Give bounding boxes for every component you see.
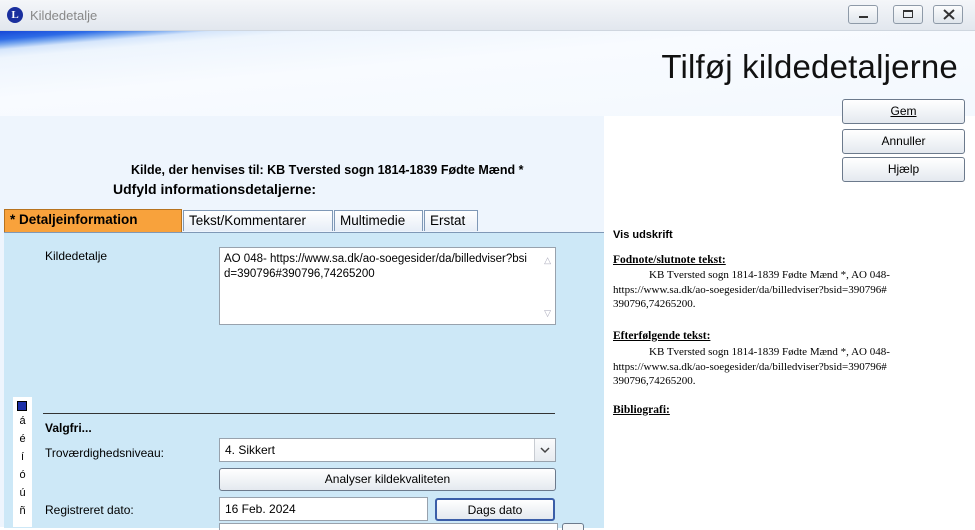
registered-date-value: 16 Feb. 2024 (225, 502, 296, 516)
tab-multimedia[interactable]: Multimedie (334, 210, 423, 231)
title-bar: L Kildedetalje (0, 0, 975, 31)
tab-label: Erstat (430, 213, 466, 228)
registered-date-label: Registreret dato: (45, 503, 134, 517)
reliability-value: 4. Sikkert (225, 443, 276, 457)
section-divider (43, 413, 555, 414)
today-date-label: Dags dato (467, 503, 523, 517)
page-title: Tilføj kildedetaljerne (661, 48, 958, 85)
char-button[interactable]: é (13, 433, 32, 446)
preview-heading: Vis udskrift (613, 229, 673, 241)
close-icon (943, 9, 955, 20)
subsequent-heading: Efterfølgende tekst: (613, 330, 711, 342)
window-title: Kildedetalje (30, 8, 98, 23)
scroll-down-icon[interactable]: ▽ (544, 306, 551, 321)
tab-replace[interactable]: Erstat (424, 210, 478, 231)
close-button[interactable] (933, 5, 963, 24)
analyze-quality-label: Analyser kildekvaliteten (324, 472, 451, 486)
char-button[interactable]: ó (13, 469, 32, 482)
subsequent-text-block: KB Tversted sogn 1814-1839 Fødte Mænd *,… (613, 345, 943, 389)
today-date-button[interactable]: Dags dato (435, 498, 555, 521)
char-button[interactable]: á (13, 415, 32, 428)
minimize-button[interactable] (848, 5, 878, 24)
char-button[interactable]: í (13, 451, 32, 464)
chevron-down-icon[interactable] (534, 439, 555, 461)
tab-label: * Detaljeinformation (10, 212, 138, 227)
bibliography-heading: Bibliografi: (613, 404, 670, 416)
app-logo-icon: L (7, 7, 23, 23)
reliability-select[interactable]: 4. Sikkert (219, 438, 556, 462)
maximize-button[interactable] (893, 5, 923, 24)
maximize-icon (903, 10, 913, 18)
save-button-label: Gem (890, 104, 917, 118)
cancel-button-label: Annuller (881, 134, 926, 148)
tab-label: Tekst/Kommentarer (189, 213, 307, 228)
header-banner: Tilføj kildedetaljerne (0, 31, 975, 116)
form-subtitle: Udfyld informationsdetaljerne: (113, 181, 317, 197)
cancel-button[interactable]: Annuller (842, 129, 965, 154)
footnote-text-block: KB Tversted sogn 1814-1839 Fødte Mænd *,… (613, 268, 943, 312)
save-button[interactable]: Gem (842, 99, 965, 124)
footnote-heading: Fodnote/slutnote tekst: (613, 254, 726, 266)
analyze-quality-button[interactable]: Analyser kildekvaliteten (219, 468, 556, 491)
detail-textarea[interactable]: AO 048- https://www.sa.dk/ao-soegesider/… (219, 247, 556, 325)
optional-heading: Valgfri... (45, 421, 92, 435)
footnote-text: KB Tversted sogn 1814-1839 Fødte Mænd *,… (613, 269, 890, 310)
source-reference: Kilde, der henvises til: KB Tversted sog… (131, 163, 524, 177)
help-button-label: Hjælp (887, 162, 920, 176)
tab-label: Multimedie (340, 213, 406, 228)
special-char-strip: á é í ó ú ñ (13, 397, 32, 527)
detail-label: Kildedetalje (45, 249, 108, 263)
detail-value: AO 048- https://www.sa.dk/ao-soegesider/… (224, 253, 527, 280)
scroll-up-icon[interactable]: △ (544, 253, 551, 268)
char-button[interactable]: ú (13, 487, 32, 500)
minimize-icon (859, 16, 868, 18)
tab-text-comments[interactable]: Tekst/Kommentarer (183, 210, 333, 231)
subsequent-text: KB Tversted sogn 1814-1839 Fødte Mænd *,… (613, 346, 890, 387)
help-button[interactable]: Hjælp (842, 157, 965, 182)
registered-date-input[interactable]: 16 Feb. 2024 (219, 497, 428, 521)
char-strip-toggle-icon[interactable] (17, 401, 27, 411)
char-button[interactable]: ñ (13, 505, 32, 518)
reliability-label: Troværdighedsniveau: (45, 446, 164, 460)
tab-detail-info[interactable]: * Detaljeinformation (4, 209, 182, 233)
